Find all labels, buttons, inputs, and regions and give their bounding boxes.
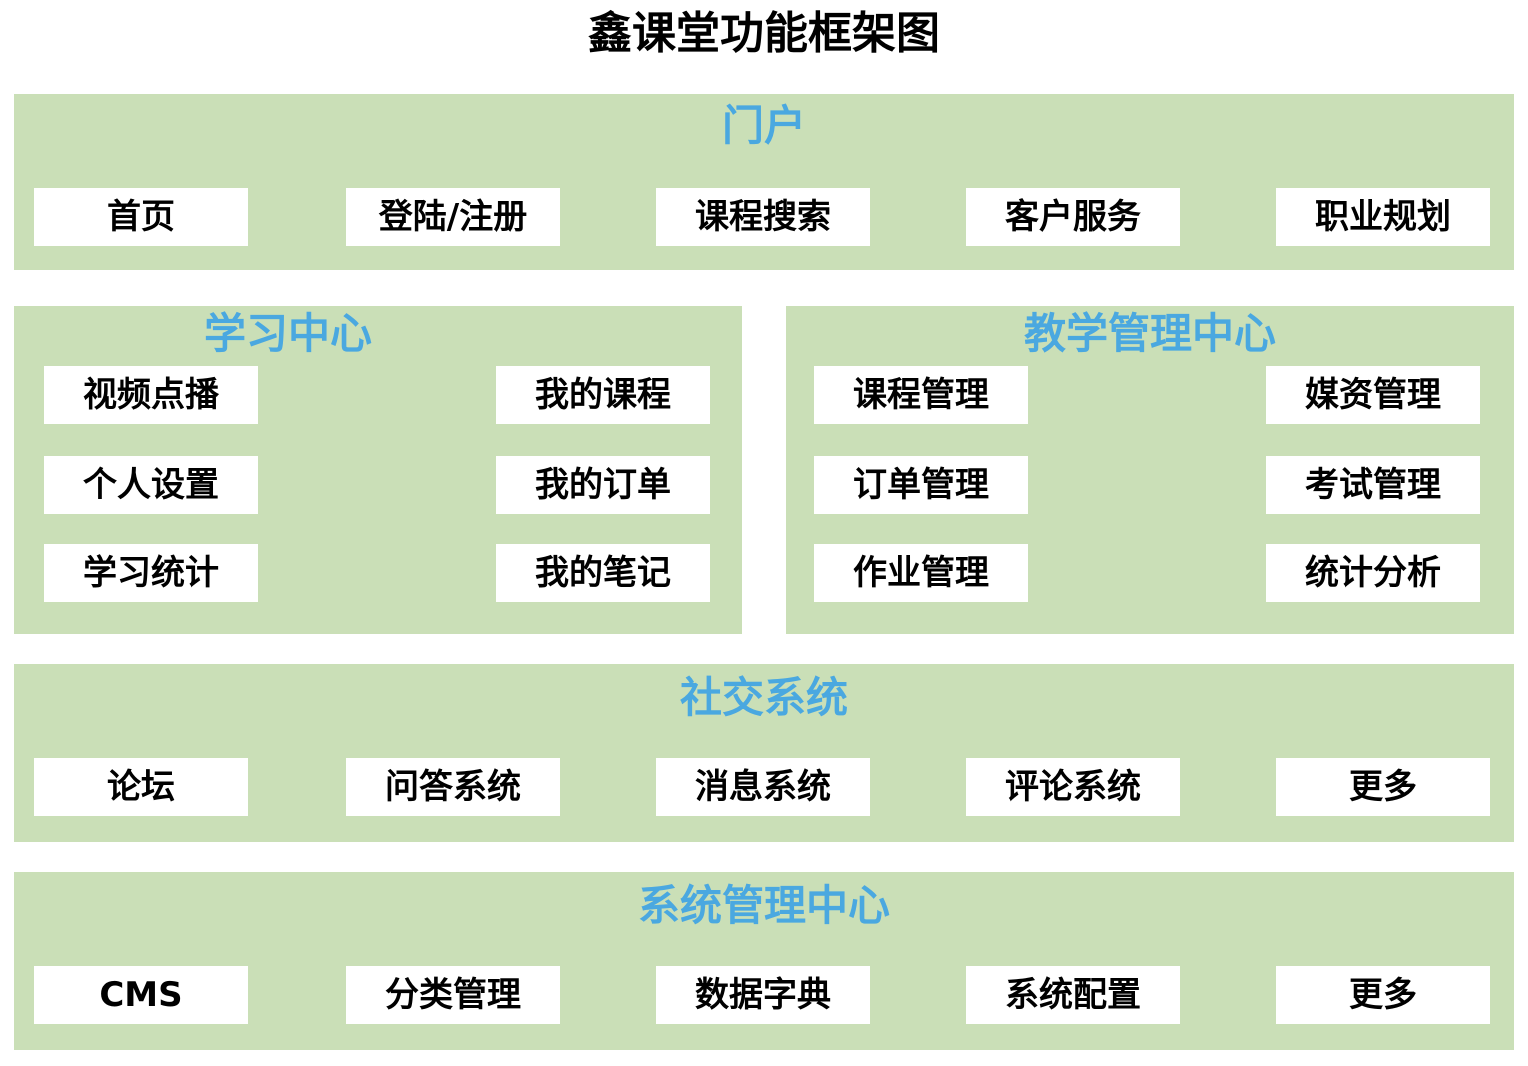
system-item-config: 系统配置 xyxy=(966,966,1180,1024)
social-title: 社交系统 xyxy=(679,673,848,722)
learning-item-my-orders: 我的订单 xyxy=(496,456,710,514)
diagram-title: 鑫课堂功能框架图 xyxy=(588,8,940,59)
portal-item-course-search: 课程搜索 xyxy=(656,188,870,246)
social-item-messages: 消息系统 xyxy=(656,758,870,816)
social-item-more: 更多 xyxy=(1276,758,1490,816)
learning-item-settings: 个人设置 xyxy=(44,456,258,514)
social-item-qa: 问答系统 xyxy=(346,758,560,816)
system-center-panel: 系统管理中心 CMS 分类管理 数据字典 系统配置 更多 xyxy=(14,872,1514,1050)
social-item-forum: 论坛 xyxy=(34,758,248,816)
teaching-center-title: 教学管理中心 xyxy=(1023,309,1276,358)
teaching-item-order-mgmt: 订单管理 xyxy=(814,456,1028,514)
teaching-item-analytics: 统计分析 xyxy=(1266,544,1480,602)
portal-item-customer-service: 客户服务 xyxy=(966,188,1180,246)
social-item-comments: 评论系统 xyxy=(966,758,1180,816)
social-panel: 社交系统 论坛 问答系统 消息系统 评论系统 更多 xyxy=(14,664,1514,842)
portal-item-login: 登陆/注册 xyxy=(346,188,560,246)
portal-item-home: 首页 xyxy=(34,188,248,246)
teaching-center-panel: 教学管理中心 课程管理 订单管理 作业管理 媒资管理 考试管理 统计分析 xyxy=(786,306,1514,634)
teaching-item-media-mgmt: 媒资管理 xyxy=(1266,366,1480,424)
system-center-title: 系统管理中心 xyxy=(637,881,890,930)
system-item-more: 更多 xyxy=(1276,966,1490,1024)
system-item-dictionary: 数据字典 xyxy=(656,966,870,1024)
teaching-item-homework-mgmt: 作业管理 xyxy=(814,544,1028,602)
teaching-item-exam-mgmt: 考试管理 xyxy=(1266,456,1480,514)
learning-center-panel: 学习中心 视频点播 个人设置 学习统计 我的课程 我的订单 我的笔记 xyxy=(14,306,742,634)
learning-item-my-notes: 我的笔记 xyxy=(496,544,710,602)
learning-item-my-courses: 我的课程 xyxy=(496,366,710,424)
portal-item-career-planning: 职业规划 xyxy=(1276,188,1490,246)
portal-title: 门户 xyxy=(721,101,806,150)
learning-center-title: 学习中心 xyxy=(203,309,372,358)
system-item-category-mgmt: 分类管理 xyxy=(346,966,560,1024)
learning-item-stats: 学习统计 xyxy=(44,544,258,602)
teaching-item-course-mgmt: 课程管理 xyxy=(814,366,1028,424)
system-item-cms: CMS xyxy=(34,966,248,1024)
portal-panel: 门户 首页 登陆/注册 课程搜索 客户服务 职业规划 xyxy=(14,94,1514,270)
learning-item-video: 视频点播 xyxy=(44,366,258,424)
